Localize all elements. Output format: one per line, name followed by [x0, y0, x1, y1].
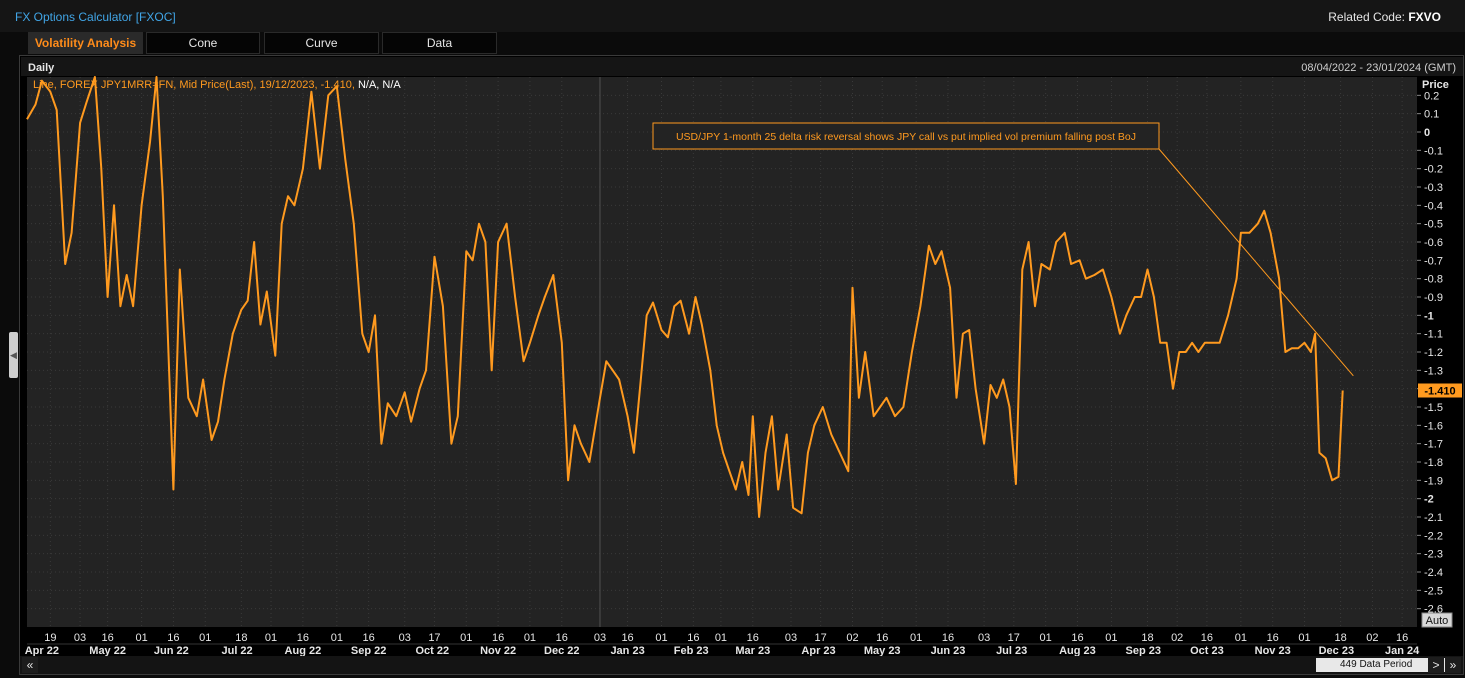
- y-tick-label: -2: [1424, 494, 1434, 506]
- y-tick-label: -1.1: [1424, 329, 1443, 341]
- x-day-label: 17: [815, 632, 827, 644]
- scroll-right-button[interactable]: >: [1428, 657, 1444, 673]
- y-tick-label: -0.3: [1424, 182, 1443, 194]
- y-tick-label: -1.7: [1424, 439, 1443, 451]
- volatility-chart[interactable]: Daily 08/04/2022 - 23/01/2024 (GMT) 0.2 0.…: [0, 0, 1465, 678]
- y-tick-label: -1.6: [1424, 420, 1443, 432]
- x-day-label: 18: [1334, 632, 1346, 644]
- x-day-label: 01: [265, 632, 277, 644]
- x-day-label: 17: [1008, 632, 1020, 644]
- x-day-label: 03: [74, 632, 86, 644]
- y-tick-label: -0.9: [1424, 292, 1443, 304]
- x-day-label: 01: [1105, 632, 1117, 644]
- x-day-label: 03: [399, 632, 411, 644]
- annotation-text: USD/JPY 1-month 25 delta risk reversal s…: [676, 131, 1136, 143]
- x-day-label: 16: [621, 632, 633, 644]
- x-day-label: 16: [363, 632, 375, 644]
- x-day-label: 19: [44, 632, 56, 644]
- x-day-label: 16: [687, 632, 699, 644]
- x-day-label: 16: [102, 632, 114, 644]
- y-tick-label: 0: [1424, 127, 1430, 139]
- x-day-label: 01: [135, 632, 147, 644]
- x-day-label: 01: [331, 632, 343, 644]
- x-day-label: 18: [1141, 632, 1153, 644]
- x-day-label: 16: [1396, 632, 1408, 644]
- chart-header-bar: [21, 57, 1463, 76]
- x-day-label: 16: [167, 632, 179, 644]
- y-tick-label: -1.2: [1424, 347, 1443, 359]
- x-day-label: 16: [876, 632, 888, 644]
- y-tick-label: -1: [1424, 310, 1434, 322]
- x-day-label: 16: [747, 632, 759, 644]
- x-day-label: 16: [1201, 632, 1213, 644]
- x-day-label: 01: [524, 632, 536, 644]
- auto-scale-label: Auto: [1426, 615, 1449, 627]
- x-day-label: 16: [1071, 632, 1083, 644]
- x-day-label: 01: [1235, 632, 1247, 644]
- x-day-label: 03: [978, 632, 990, 644]
- x-day-label: 16: [492, 632, 504, 644]
- y-tick-label: -2.1: [1424, 512, 1443, 524]
- x-day-label: 16: [1267, 632, 1279, 644]
- x-day-label: 01: [655, 632, 667, 644]
- y-axis-title: Price: [1422, 79, 1449, 91]
- x-day-label: 16: [942, 632, 954, 644]
- y-tick-label: -1.8: [1424, 457, 1443, 469]
- y-tick-label: -0.6: [1424, 237, 1443, 249]
- y-tick-label: -1.9: [1424, 475, 1443, 487]
- x-day-label: 01: [199, 632, 211, 644]
- y-tick-label: -0.4: [1424, 200, 1443, 212]
- x-day-label: 18: [235, 632, 247, 644]
- y-tick-label: -2.5: [1424, 585, 1443, 597]
- x-day-label: 02: [1171, 632, 1183, 644]
- x-day-label: 01: [715, 632, 727, 644]
- x-day-label: 02: [846, 632, 858, 644]
- x-day-label: 02: [1366, 632, 1378, 644]
- last-value-label: -1.410: [1424, 386, 1455, 398]
- y-tick-label: -0.1: [1424, 145, 1443, 157]
- y-tick-label: -2.3: [1424, 549, 1443, 561]
- y-tick-label: -2.4: [1424, 567, 1443, 579]
- x-day-label: 01: [1298, 632, 1310, 644]
- x-day-label: 16: [297, 632, 309, 644]
- y-tick-label: 0.1: [1424, 109, 1439, 121]
- x-day-label: 03: [785, 632, 797, 644]
- y-tick-label: -1.5: [1424, 402, 1443, 414]
- series-legend: Line, FOREX JPY1MRR=FN, Mid Price(Last),…: [33, 79, 401, 91]
- y-tick-label: -0.8: [1424, 274, 1443, 286]
- x-day-label: 17: [428, 632, 440, 644]
- x-day-label: 16: [556, 632, 568, 644]
- y-tick-label: -2.2: [1424, 530, 1443, 542]
- time-navigator: « 449 Data Period > »: [20, 656, 1463, 674]
- navigate-first-button[interactable]: «: [22, 657, 38, 673]
- data-period-scrollbar[interactable]: 449 Data Period: [1316, 658, 1446, 672]
- x-day-label: 01: [460, 632, 472, 644]
- x-day-label: 03: [594, 632, 606, 644]
- chart-frequency: Daily: [28, 62, 55, 74]
- x-day-label: 01: [910, 632, 922, 644]
- x-day-label: 01: [1040, 632, 1052, 644]
- y-tick-label: -0.7: [1424, 255, 1443, 267]
- y-tick-label: -1.3: [1424, 365, 1443, 377]
- navigate-last-button[interactable]: »: [1445, 657, 1461, 673]
- chart-date-range: 08/04/2022 - 23/01/2024 (GMT): [1301, 62, 1456, 74]
- y-tick-label: -0.2: [1424, 164, 1443, 176]
- y-tick-label: -0.5: [1424, 219, 1443, 231]
- y-tick-label: 0.2: [1424, 90, 1439, 102]
